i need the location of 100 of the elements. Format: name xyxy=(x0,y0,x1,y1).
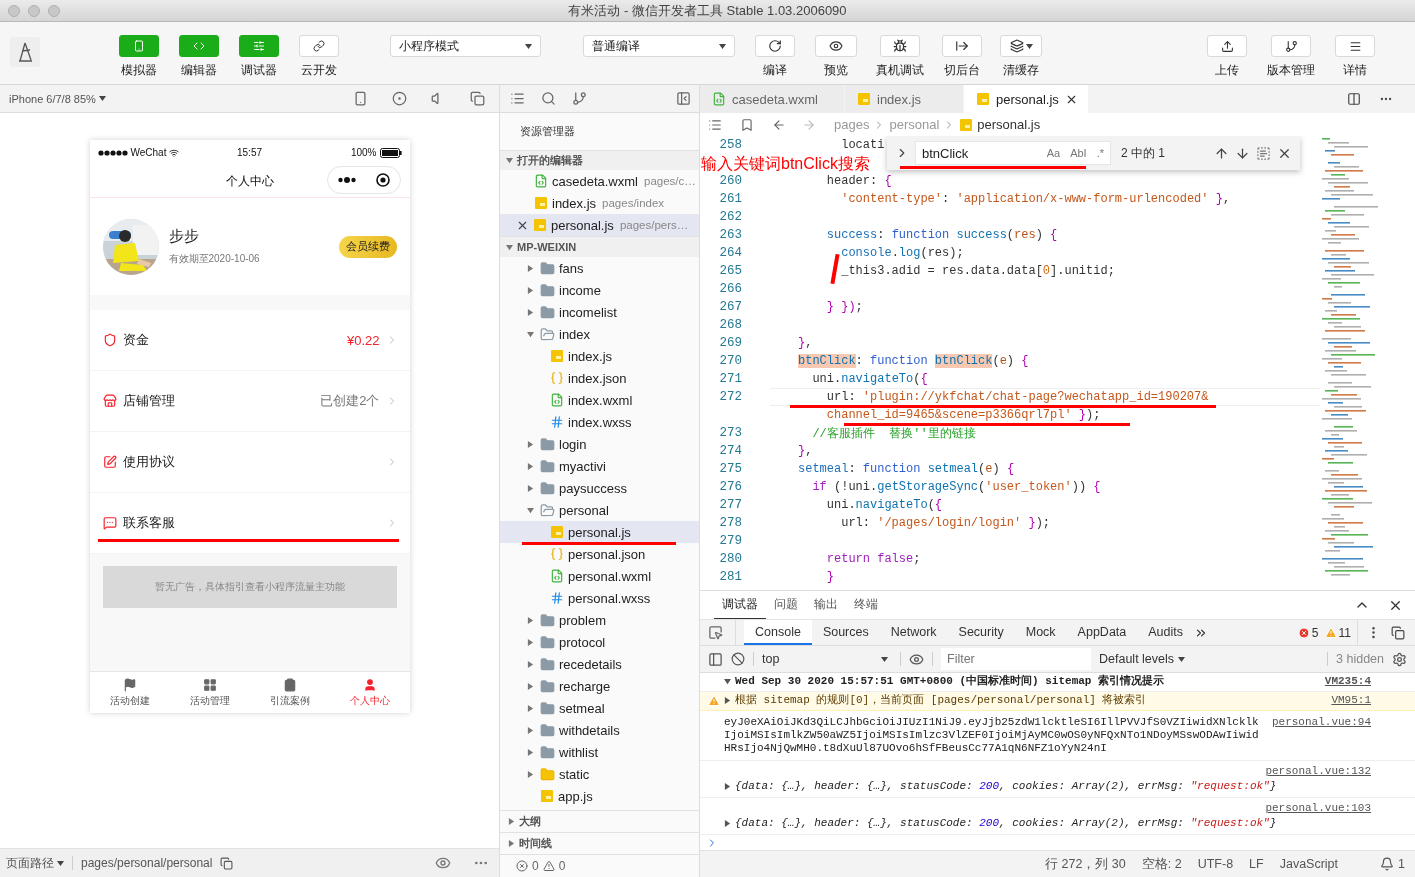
menu-row[interactable]: 资金 ¥0.22 xyxy=(89,310,410,371)
breadcrumb-item[interactable]: personal.js xyxy=(977,117,1041,132)
collapse-panel-icon[interactable] xyxy=(676,91,691,106)
find-option[interactable]: AbI xyxy=(1068,146,1089,160)
panel-tab[interactable]: 问题 xyxy=(766,591,806,619)
context-select[interactable]: top xyxy=(762,652,892,666)
clear-icon[interactable] xyxy=(731,652,745,666)
tool-button[interactable] xyxy=(880,35,920,57)
source-link[interactable]: personal.vue:94 xyxy=(1271,716,1371,729)
compile-button[interactable] xyxy=(755,35,795,57)
tree-item[interactable]: withdetails xyxy=(500,719,699,741)
tree-item[interactable]: personal.wxml xyxy=(500,565,699,587)
panel-tab[interactable]: 终端 xyxy=(846,591,886,619)
tool-button[interactable] xyxy=(1207,35,1247,57)
status-item[interactable]: JavaScript xyxy=(1279,857,1339,871)
previous-match-icon[interactable] xyxy=(1214,145,1229,161)
settings-icon[interactable] xyxy=(1392,651,1407,667)
editor-tab[interactable]: casedeta.wxml xyxy=(700,85,845,113)
tree-item[interactable]: paysuccess xyxy=(500,477,699,499)
bookmark-icon[interactable] xyxy=(740,117,754,132)
open-editor-item[interactable]: casedeta.wxml pages/c… xyxy=(500,170,699,192)
windows-icon[interactable] xyxy=(470,91,485,106)
eye-icon[interactable] xyxy=(435,855,451,871)
editor-tab[interactable]: personal.js xyxy=(964,85,1089,113)
tab-bar-item[interactable]: 活动创建 xyxy=(89,672,170,713)
source-link[interactable]: VM235:4 xyxy=(1324,675,1371,688)
levels-select[interactable]: Default levels xyxy=(1099,652,1186,666)
tree-item[interactable]: personal.js xyxy=(500,521,699,543)
status-item[interactable]: UTF-8 xyxy=(1197,857,1234,871)
dock-icon[interactable] xyxy=(1391,625,1405,640)
source-link[interactable]: VM95:1 xyxy=(1331,694,1371,707)
search-icon[interactable] xyxy=(541,91,556,106)
tool-button[interactable] xyxy=(1000,35,1042,57)
section-header[interactable]: 打开的编辑器 xyxy=(500,150,699,170)
list-icon[interactable] xyxy=(510,91,525,106)
menu-row[interactable]: 联系客服 xyxy=(89,493,410,554)
tree-item[interactable]: withlist xyxy=(500,741,699,763)
split-editor-icon[interactable] xyxy=(1347,92,1361,106)
menu-row[interactable]: 使用协议 xyxy=(89,432,410,493)
view-toggle-button[interactable] xyxy=(119,35,159,57)
tool-button[interactable] xyxy=(1335,35,1375,57)
page-path-select[interactable]: 页面路径 xyxy=(6,854,64,872)
inspect-icon[interactable] xyxy=(708,625,723,640)
status-item[interactable]: 空格: 2 xyxy=(1141,855,1182,873)
record-icon[interactable] xyxy=(392,91,407,106)
device-select[interactable]: iPhone 6/7/8 85% xyxy=(9,92,106,105)
section-header[interactable]: MP-WEIXIN xyxy=(500,236,699,257)
tree-item[interactable]: income xyxy=(500,279,699,301)
tree-item[interactable]: personal.json xyxy=(500,543,699,565)
status-item[interactable]: LF xyxy=(1249,857,1264,871)
source-link[interactable]: personal.vue:132 xyxy=(1265,765,1371,778)
branch-icon[interactable] xyxy=(572,91,587,106)
tab-bar-item[interactable]: 引流案例 xyxy=(249,672,330,713)
compile-mode-select[interactable]: 普通编译 xyxy=(583,35,735,57)
editor-tab[interactable]: index.js xyxy=(845,85,964,113)
tree-item[interactable]: app.js xyxy=(500,785,699,807)
tree-item[interactable]: myactivi xyxy=(500,455,699,477)
find-option[interactable]: .* xyxy=(1094,146,1106,160)
tree-item[interactable]: login xyxy=(500,433,699,455)
mode-select[interactable]: 小程序模式 xyxy=(390,35,541,57)
outline-icon[interactable] xyxy=(708,117,722,132)
tree-item[interactable]: recedetails xyxy=(500,653,699,675)
view-toggle-button[interactable] xyxy=(239,35,279,57)
back-icon[interactable] xyxy=(772,117,786,132)
status-item[interactable]: 行 272，列 30 xyxy=(1045,855,1126,873)
tree-item[interactable]: incomelist xyxy=(500,301,699,323)
next-match-icon[interactable] xyxy=(1235,145,1250,161)
sidebar-icon[interactable] xyxy=(708,651,723,667)
tree-item[interactable]: index.wxss xyxy=(500,411,699,433)
selection-icon[interactable] xyxy=(1256,145,1271,161)
tree-item[interactable]: index.json xyxy=(500,367,699,389)
eye-icon[interactable] xyxy=(909,651,924,667)
tree-item[interactable]: fans xyxy=(500,257,699,279)
phone-icon[interactable] xyxy=(353,91,368,106)
filter-field[interactable]: Filter xyxy=(941,648,1091,670)
tree-item[interactable]: recharge xyxy=(500,675,699,697)
devtools-tab[interactable]: Console xyxy=(744,620,812,645)
tree-item[interactable]: index.wxml xyxy=(500,389,699,411)
tree-item[interactable]: personal xyxy=(500,499,699,521)
devtools-tab[interactable]: Network xyxy=(879,620,948,645)
devtools-tab[interactable]: AppData xyxy=(1066,620,1138,645)
open-editor-item[interactable]: personal.js pages/pers… xyxy=(500,214,699,236)
tree-item[interactable]: protocol xyxy=(500,631,699,653)
bell-icon[interactable] xyxy=(1380,857,1395,871)
tree-item[interactable]: setmeal xyxy=(500,697,699,719)
avatar-icon[interactable] xyxy=(10,37,40,67)
devtools-tab[interactable]: Audits xyxy=(1137,620,1194,645)
menu-row[interactable]: 店铺管理 已创建2个 xyxy=(89,371,410,432)
devtools-tab[interactable]: Security xyxy=(947,620,1015,645)
view-toggle-button[interactable] xyxy=(179,35,219,57)
tool-button[interactable] xyxy=(1271,35,1311,57)
copy-icon[interactable] xyxy=(220,856,234,870)
renew-button[interactable]: 会员续费 xyxy=(338,235,397,258)
tree-item[interactable]: index xyxy=(500,323,699,345)
tree-item[interactable]: static xyxy=(500,763,699,785)
devtools-tab[interactable]: Mock xyxy=(1014,620,1067,645)
tree-item[interactable]: problem xyxy=(500,609,699,631)
preview-button[interactable] xyxy=(815,35,857,57)
open-editor-item[interactable]: index.js pages/index xyxy=(500,192,699,214)
find-option[interactable]: Aa xyxy=(1044,146,1063,160)
